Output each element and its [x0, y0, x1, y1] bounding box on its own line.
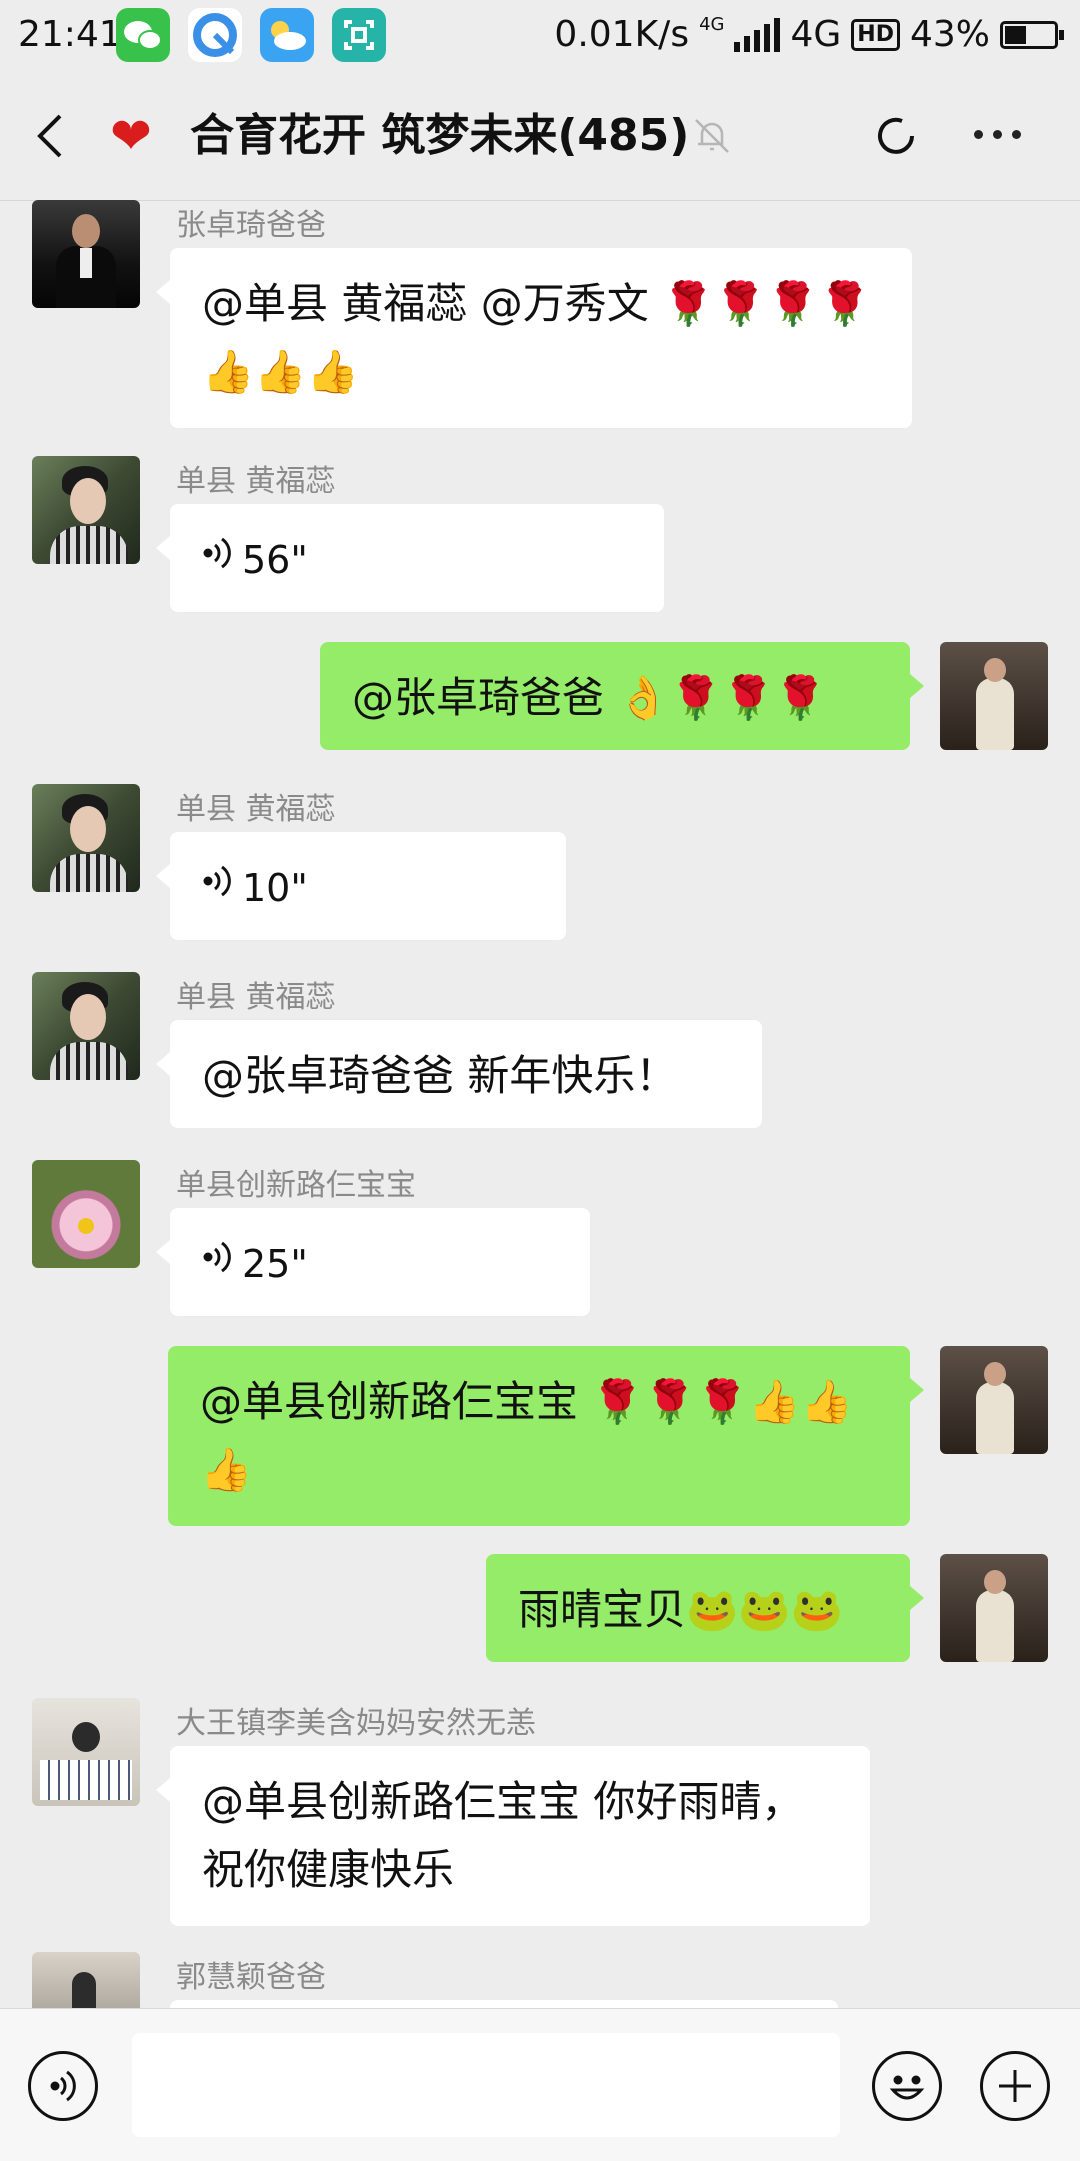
back-icon[interactable] — [32, 112, 72, 160]
voice-message[interactable]: 10" — [156, 832, 566, 940]
heart-icon: ❤ — [110, 107, 152, 165]
message-bubble[interactable]: @张卓琦爸爸 新年快乐！ — [156, 1020, 762, 1128]
battery-icon — [1000, 20, 1064, 49]
voice-message[interactable]: 56" — [156, 504, 664, 612]
voice-input-icon[interactable] — [28, 2051, 98, 2121]
emoji-icon[interactable] — [872, 2051, 942, 2121]
signal-icon — [734, 17, 781, 52]
avatar[interactable] — [32, 1698, 140, 1806]
message-bubble[interactable]: @单县创新路仨宝宝 🌹🌹🌹👍👍👍 — [168, 1346, 924, 1526]
voice-message[interactable]: 25" — [156, 1208, 590, 1316]
avatar[interactable] — [32, 456, 140, 564]
weather-icon — [260, 8, 314, 62]
voice-duration: 10" — [242, 866, 308, 910]
message-bubble[interactable]: 雨晴宝贝🐸🐸🐸 — [486, 1554, 924, 1662]
sender-name: 张卓琦爸爸 — [176, 208, 326, 243]
more-icon[interactable] — [974, 130, 1021, 139]
plus-icon[interactable] — [980, 2051, 1050, 2121]
mute-icon — [692, 116, 732, 156]
avatar[interactable] — [32, 200, 140, 308]
message-bubble[interactable] — [170, 2000, 838, 2008]
sender-name: 单县创新路仨宝宝 — [176, 1168, 416, 1203]
chat-header: ❤ 合育花开 筑梦未来(485) — [0, 72, 1080, 201]
sender-name: 单县 黄福蕊 — [176, 792, 336, 827]
message-bubble[interactable]: @张卓琦爸爸 👌🌹🌹🌹 — [320, 642, 924, 750]
avatar[interactable] — [940, 1346, 1048, 1454]
message-input[interactable] — [132, 2033, 840, 2137]
voice-duration: 25" — [242, 1242, 308, 1286]
voice-wave-icon — [202, 526, 236, 594]
network-type: 4G — [790, 14, 842, 55]
browser-icon — [188, 8, 242, 62]
sender-name: 郭慧颖爸爸 — [176, 1960, 326, 1995]
avatar[interactable] — [940, 642, 1048, 750]
chat-title: 合育花开 筑梦未来(485) — [190, 110, 690, 161]
message-bubble[interactable]: @单县创新路仨宝宝 你好雨晴，祝你健康快乐 — [156, 1746, 870, 1926]
scan-icon — [332, 8, 386, 62]
network-small: 4G — [699, 14, 725, 35]
avatar[interactable] — [32, 1160, 140, 1268]
voice-wave-icon — [202, 854, 236, 922]
message-list[interactable]: 张卓琦爸爸 @单县 黄福蕊 @万秀文 🌹🌹🌹🌹👍👍👍 单县 黄福蕊 56" @张… — [0, 200, 1080, 2008]
sender-name: 大王镇李美含妈妈安然无恙 — [176, 1706, 536, 1741]
hd-icon: HD — [851, 18, 900, 51]
refresh-icon[interactable] — [872, 112, 920, 160]
status-time: 21:41 — [18, 14, 122, 55]
voice-wave-icon — [202, 1230, 236, 1298]
message-bubble[interactable]: @单县 黄福蕊 @万秀文 🌹🌹🌹🌹👍👍👍 — [156, 248, 912, 428]
status-indicators: 0.01K/s 4G 4G HD 43% — [554, 14, 1064, 55]
avatar[interactable] — [32, 1952, 140, 2008]
voice-duration: 56" — [242, 538, 308, 582]
net-speed: 0.01K/s — [554, 14, 690, 55]
input-bar — [0, 2008, 1080, 2161]
battery-percent: 43% — [909, 14, 990, 55]
sender-name: 单县 黄福蕊 — [176, 980, 336, 1015]
avatar[interactable] — [940, 1554, 1048, 1662]
avatar[interactable] — [32, 972, 140, 1080]
avatar[interactable] — [32, 784, 140, 892]
wechat-icon — [116, 8, 170, 62]
sender-name: 单县 黄福蕊 — [176, 464, 336, 499]
status-bar: 21:41 0.01K/s 4G 4G HD 43% — [0, 0, 1080, 72]
